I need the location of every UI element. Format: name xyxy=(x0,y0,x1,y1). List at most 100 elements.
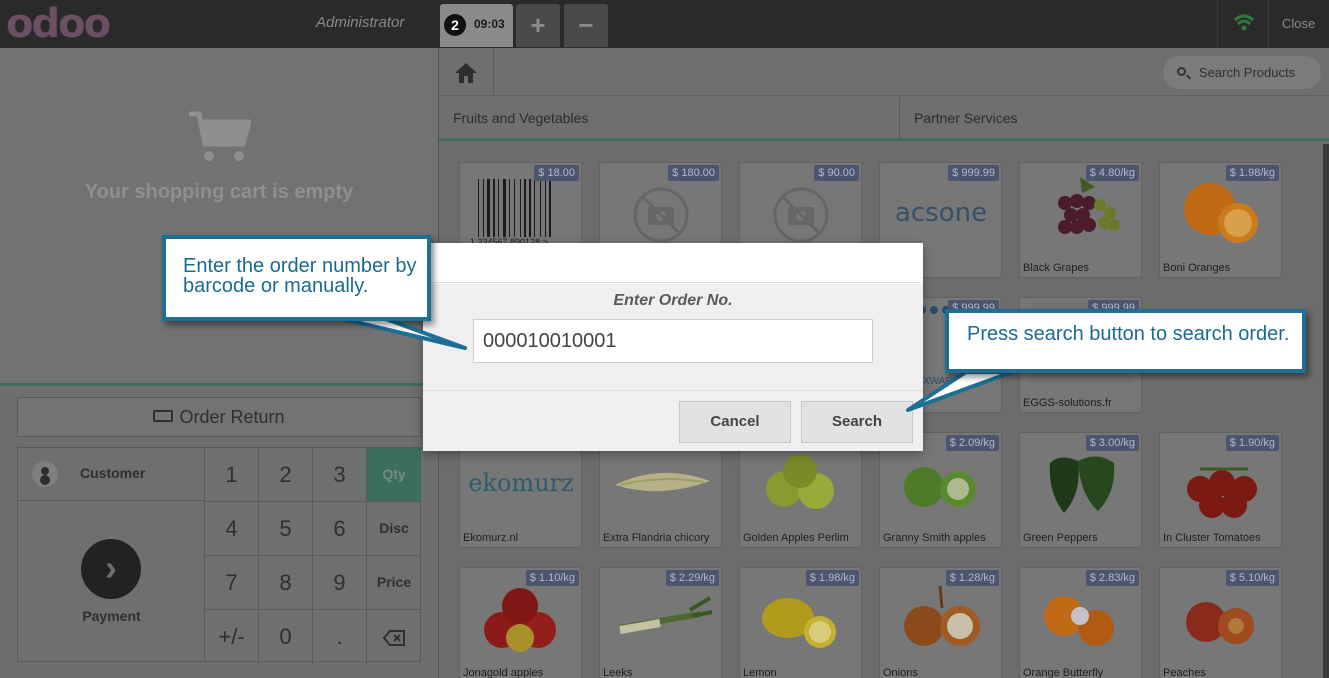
numpad-key-0[interactable]: 0 xyxy=(259,610,313,664)
dialog-title: Enter Order No. xyxy=(613,292,733,309)
numpad-key-4[interactable]: 4 xyxy=(205,502,259,556)
numpad-key-5[interactable]: 5 xyxy=(259,502,313,556)
category-fruits-and-vegetables[interactable]: Fruits and Vegetables xyxy=(439,97,899,141)
product-tile[interactable]: $ 1.90/kg In Cluster Tomatoes xyxy=(1159,432,1282,548)
callout-press-search: Press search button to search order. xyxy=(945,309,1306,373)
numpad: Customer › Payment 1 2 3 Qty 4 5 6 Disc … xyxy=(17,447,421,664)
numpad-key-1[interactable]: 1 xyxy=(205,448,259,502)
dialog-body: Enter Order No. xyxy=(423,284,923,390)
user-icon xyxy=(32,461,58,487)
payment-button[interactable]: › Payment xyxy=(18,501,205,661)
product-name: Boni Oranges xyxy=(1163,262,1231,274)
mode-price-button[interactable]: Price xyxy=(367,556,421,610)
mode-disc-button[interactable]: Disc xyxy=(367,502,421,556)
callout-enter-order: Enter the order number by barcode or man… xyxy=(162,235,431,321)
search-input[interactable] xyxy=(1199,63,1315,81)
empty-cart-message: Your shopping cart is empty xyxy=(84,181,354,203)
product-price-tag: $ 1.28/kg xyxy=(945,570,999,586)
search-icon xyxy=(1177,67,1186,76)
product-tile[interactable]: $ 1.10/kg Jonagold apples xyxy=(459,567,582,678)
product-price-tag: $ 5.10/kg xyxy=(1225,570,1279,586)
order-pane: Your shopping cart is empty Order Return… xyxy=(0,48,438,678)
order-return-label: Order Return xyxy=(179,407,285,427)
category-partner-services[interactable]: Partner Services xyxy=(899,97,1323,141)
product-price-tag: $ 3.00/kg xyxy=(1085,435,1139,451)
search-button[interactable]: Search xyxy=(801,401,913,443)
product-tile[interactable]: $ 3.00/kg Green Peppers xyxy=(1019,432,1142,548)
search-box[interactable] xyxy=(1163,56,1321,89)
product-name: Orange Butterfly xyxy=(1023,667,1104,678)
product-name: Jonagold apples xyxy=(463,667,544,678)
numpad-key-sign[interactable]: +/- xyxy=(205,610,259,664)
product-name: EGGS-solutions.fr xyxy=(1023,397,1112,409)
product-scrollbar[interactable] xyxy=(1323,144,1329,678)
product-price-tag: $ 2.29/kg xyxy=(665,570,719,586)
order-number-badge: 2 xyxy=(444,14,466,36)
customer-button[interactable]: Customer xyxy=(18,448,205,501)
product-name: Lemon xyxy=(743,667,777,678)
product-name: Black Grapes xyxy=(1023,262,1090,274)
svg-text:ekomurz: ekomurz xyxy=(468,469,574,497)
cancel-button[interactable]: Cancel xyxy=(679,401,791,443)
product-name: Golden Apples Perlim xyxy=(743,532,849,544)
product-tile[interactable]: $ 5.10/kg Peaches xyxy=(1159,567,1282,678)
product-name: Leeks xyxy=(603,667,633,678)
numpad-key-7[interactable]: 7 xyxy=(205,556,259,610)
order-time: 09:03 xyxy=(474,17,505,31)
product-price-tag: $ 18.00 xyxy=(534,165,579,181)
dialog-footer: Cancel Search xyxy=(423,390,923,451)
order-return-button[interactable]: Order Return xyxy=(17,397,421,437)
product-price-tag: $ 1.98/kg xyxy=(805,570,859,586)
remove-order-button[interactable]: − xyxy=(564,4,608,47)
product-header xyxy=(439,48,1329,96)
product-tile[interactable]: $ 1.98/kg Lemon xyxy=(739,567,862,678)
product-price-tag: $ 1.10/kg xyxy=(525,570,579,586)
money-icon xyxy=(153,410,174,423)
numpad-key-3[interactable]: 3 xyxy=(313,448,367,502)
product-tile[interactable]: $ 2.29/kg Leeks xyxy=(599,567,722,678)
product-name: Onions xyxy=(883,667,918,678)
product-tile[interactable]: $ 1.28/kg Onions xyxy=(879,567,1002,678)
wifi-icon xyxy=(1234,14,1254,31)
customer-label: Customer xyxy=(80,465,146,481)
product-name: Peaches xyxy=(1163,667,1206,678)
mode-qty-button[interactable]: Qty xyxy=(367,448,421,502)
add-order-button[interactable]: + xyxy=(516,4,560,47)
numpad-key-dot[interactable]: . xyxy=(313,610,367,664)
home-button[interactable] xyxy=(439,48,494,96)
numpad-key-2[interactable]: 2 xyxy=(259,448,313,502)
product-price-tag: $ 999.99 xyxy=(948,165,999,181)
order-tab[interactable]: 2 09:03 xyxy=(440,4,513,47)
product-tile[interactable]: $ 2.83/kg Orange Butterfly xyxy=(1019,567,1142,678)
odoo-logo: odoo xyxy=(6,1,111,47)
user-name: Administrator xyxy=(316,14,405,31)
product-name: Granny Smith apples xyxy=(883,532,986,544)
close-button[interactable]: Close xyxy=(1282,16,1315,31)
product-tile[interactable]: $ 4.80/kg Black Grapes xyxy=(1019,162,1142,278)
payment-label: Payment xyxy=(82,608,141,624)
numpad-key-9[interactable]: 9 xyxy=(313,556,367,610)
order-cart: Your shopping cart is empty xyxy=(0,48,438,386)
category-bar: Fruits and Vegetables Partner Services xyxy=(439,97,1329,141)
svg-text:acsone: acsone xyxy=(895,198,987,228)
numpad-key-8[interactable]: 8 xyxy=(259,556,313,610)
product-price-tag: $ 1.98/kg xyxy=(1225,165,1279,181)
product-price-tag: $ 180.00 xyxy=(668,165,719,181)
product-price-tag: $ 90.00 xyxy=(814,165,859,181)
chevron-right-icon: › xyxy=(81,539,141,599)
product-price-tag: $ 1.90/kg xyxy=(1225,435,1279,451)
numpad-key-6[interactable]: 6 xyxy=(313,502,367,556)
cart-icon xyxy=(189,111,251,161)
order-number-dialog: Enter Order No. Cancel Search xyxy=(423,243,923,451)
product-name: Extra Flandria chicory xyxy=(603,532,710,544)
dialog-header xyxy=(423,243,923,283)
home-icon xyxy=(455,63,477,83)
product-name: Ekomurz.nl xyxy=(463,532,519,544)
backspace-button[interactable] xyxy=(367,610,421,664)
top-bar: odoo Administrator 2 09:03 + − Close xyxy=(0,0,1329,48)
product-tile[interactable]: $ 1.98/kg Boni Oranges xyxy=(1159,162,1282,278)
order-number-input[interactable] xyxy=(473,319,873,363)
logo-text: odoo xyxy=(6,1,111,47)
product-name: Green Peppers xyxy=(1023,532,1098,544)
connection-status[interactable] xyxy=(1217,0,1269,48)
